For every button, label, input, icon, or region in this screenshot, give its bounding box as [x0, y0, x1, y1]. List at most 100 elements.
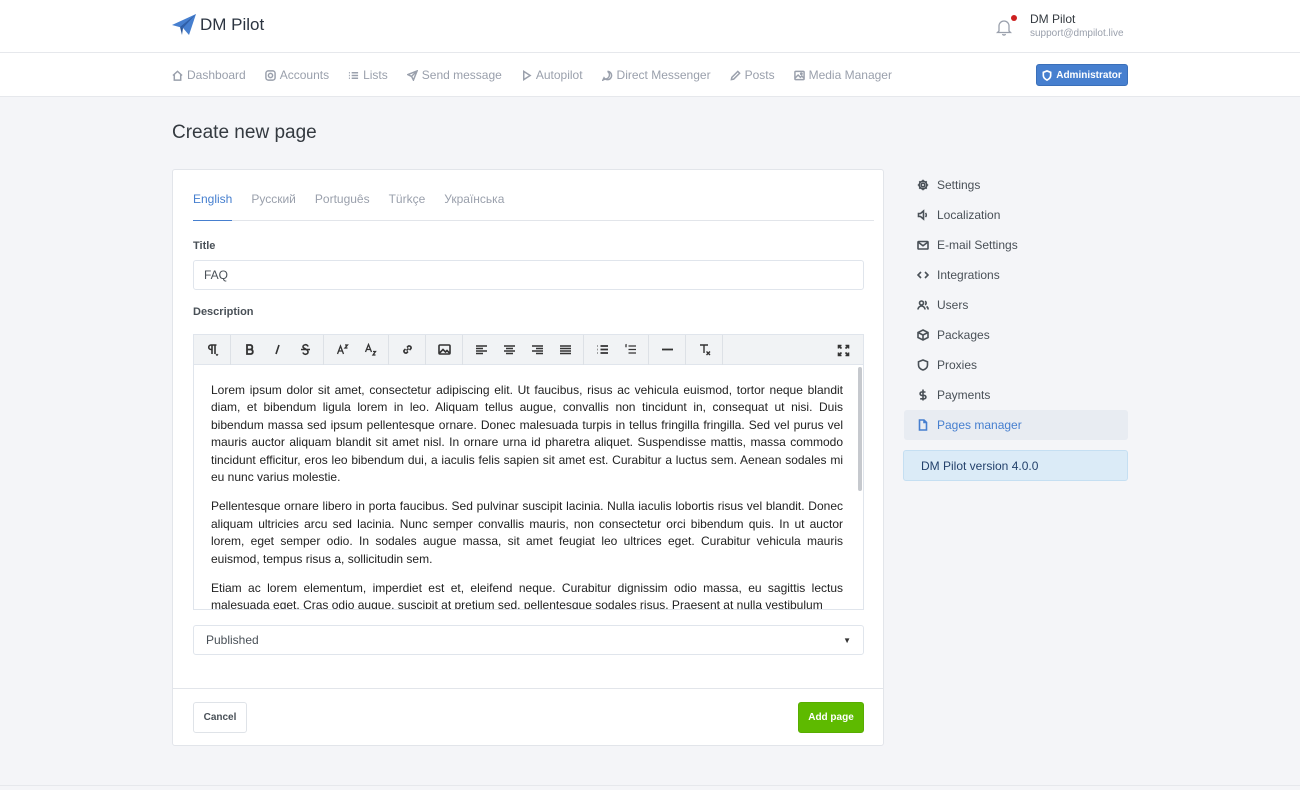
sidebar-item-pages-manager[interactable]: Pages manager — [904, 410, 1128, 440]
sidebar-item-proxies[interactable]: Proxies — [904, 350, 1128, 380]
tab-ukrainian[interactable]: Українська — [444, 170, 504, 221]
sidebar-item-packages[interactable]: Packages — [904, 320, 1128, 350]
nav-item-send-message[interactable]: Send message — [406, 68, 502, 82]
nav-item-label: Media Manager — [808, 68, 892, 82]
toolbar-group-text-style — [231, 334, 324, 365]
card-footer-divider — [173, 688, 883, 689]
sidebar-item-users[interactable]: Users — [904, 290, 1128, 320]
clear-formatting-icon — [699, 344, 710, 356]
sidebar-item-label: Settings — [937, 178, 981, 192]
rich-text-editor: Lorem ipsum dolor sit amet, consectetur … — [193, 334, 864, 610]
title-input[interactable] — [193, 260, 864, 290]
bell-icon[interactable] — [996, 18, 1012, 36]
nav-item-label: Lists — [363, 68, 388, 82]
link-icon — [402, 345, 412, 354]
sidebar-item-settings[interactable]: Settings — [904, 170, 1128, 200]
tab-turkish[interactable]: Türkçe — [389, 170, 426, 221]
nav-item-label: Direct Messenger — [616, 68, 711, 82]
dollar-icon — [919, 389, 927, 401]
sidebar-item-label: Pages manager — [937, 418, 1022, 432]
align-left-button[interactable] — [467, 338, 495, 362]
sidebar-item-label: Packages — [937, 328, 990, 342]
bullet-list-button[interactable] — [588, 338, 616, 362]
version-info: DM Pilot version 4.0.0 — [903, 450, 1128, 481]
user-email: support@dmpilot.live — [1030, 28, 1124, 39]
strikethrough-button[interactable] — [291, 338, 319, 362]
insert-image-button[interactable] — [430, 338, 458, 362]
align-right-button[interactable] — [523, 338, 551, 362]
brand-logo-link[interactable]: DM Pilot — [172, 14, 264, 36]
editor-paragraph: Lorem ipsum dolor sit amet, consectetur … — [211, 383, 843, 485]
nav-item-autopilot[interactable]: Autopilot — [521, 68, 583, 82]
editor-scrollbar[interactable] — [858, 367, 862, 491]
toolbar-group-paragraph — [194, 334, 231, 365]
file-icon — [918, 419, 928, 431]
status-selected-value: Published — [206, 633, 259, 647]
nav-item-lists[interactable]: Lists — [348, 68, 388, 82]
sidebar-item-label: Localization — [937, 208, 1001, 222]
numbered-list-button[interactable] — [616, 338, 644, 362]
bold-icon — [245, 344, 254, 355]
sidebar-item-label: E-mail Settings — [937, 238, 1018, 252]
tab-english[interactable]: English — [193, 170, 233, 221]
nav-item-direct-messenger[interactable]: Direct Messenger — [601, 68, 711, 82]
shield-icon — [917, 359, 929, 371]
horizontal-rule-button[interactable] — [653, 338, 681, 362]
sidebar-item-email-settings[interactable]: E-mail Settings — [904, 230, 1128, 260]
tab-russian[interactable]: Русский — [251, 170, 296, 221]
nav-item-label: Send message — [421, 68, 502, 82]
sidebar-item-label: Payments — [937, 388, 991, 402]
paper-plane-icon — [172, 14, 196, 35]
align-justify-icon — [559, 345, 571, 355]
link-button[interactable] — [393, 338, 421, 362]
gear-icon — [917, 179, 929, 191]
nav-item-label: Posts — [744, 68, 775, 82]
tab-portuguese[interactable]: Português — [315, 170, 370, 221]
expand-icon — [837, 344, 849, 356]
align-justify-button[interactable] — [551, 338, 579, 362]
sidebar-item-localization[interactable]: Localization — [904, 200, 1128, 230]
toolbar-group-align — [463, 334, 584, 365]
add-page-button[interactable]: Add page — [798, 702, 864, 733]
align-center-icon — [503, 345, 515, 355]
editor-toolbar — [194, 334, 863, 365]
mail-icon — [917, 240, 929, 250]
administrator-button[interactable]: Administrator — [1036, 64, 1128, 86]
clear-formatting-button[interactable] — [690, 338, 718, 362]
align-center-button[interactable] — [495, 338, 523, 362]
status-select[interactable]: Published ▼ — [193, 625, 864, 655]
paragraph-format-button[interactable] — [198, 338, 226, 362]
italic-button[interactable] — [263, 338, 291, 362]
description-label: Description — [193, 306, 254, 318]
sidebar-item-payments[interactable]: Payments — [904, 380, 1128, 410]
user-menu[interactable]: DM Pilot support@dmpilot.live — [1030, 12, 1124, 39]
strikethrough-icon — [300, 343, 310, 356]
nav-item-posts[interactable]: Posts — [730, 68, 775, 82]
editor-content[interactable]: Lorem ipsum dolor sit amet, consectetur … — [194, 365, 863, 609]
horizontal-rule-icon — [661, 348, 673, 351]
main-nav: Dashboard Accounts Lists Send message Au… — [172, 53, 892, 97]
toolbar-group-clear — [686, 334, 723, 365]
brand-name: DM Pilot — [200, 15, 265, 34]
send-icon — [406, 69, 418, 81]
toolbar-group-link — [389, 334, 426, 365]
editor-paragraph: Pellentesque ornare libero in porta fauc… — [211, 499, 843, 566]
shield-icon — [1042, 69, 1052, 81]
fullscreen-button[interactable] — [829, 338, 857, 362]
toolbar-group-media — [426, 334, 463, 365]
sidebar-item-integrations[interactable]: Integrations — [904, 260, 1128, 290]
home-icon — [172, 69, 183, 81]
superscript-button[interactable] — [328, 338, 356, 362]
footer-divider — [0, 785, 1300, 786]
subscript-button[interactable] — [356, 338, 384, 362]
nav-item-dashboard[interactable]: Dashboard — [172, 68, 246, 82]
edit-icon — [730, 69, 741, 81]
instagram-icon — [264, 69, 276, 81]
bold-button[interactable] — [235, 338, 263, 362]
nav-item-accounts[interactable]: Accounts — [264, 68, 329, 82]
cancel-button[interactable]: Cancel — [193, 702, 247, 733]
notification-dot — [1011, 15, 1017, 21]
nav-item-media-manager[interactable]: Media Manager — [793, 68, 892, 82]
image-icon — [437, 344, 451, 355]
nav-item-label: Dashboard — [187, 68, 246, 82]
